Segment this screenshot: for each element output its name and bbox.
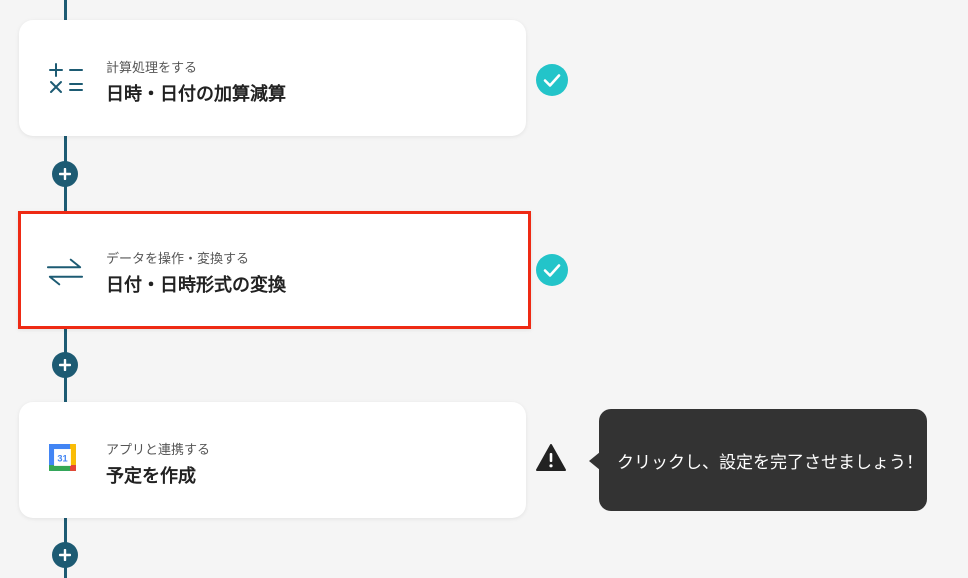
warning-icon: [536, 444, 566, 471]
exchange-arrows-icon: [46, 258, 84, 286]
step-title: 予定を作成: [106, 466, 196, 487]
check-circle-icon: [536, 254, 568, 286]
step-card-convert[interactable]: データを操作・変換する 日付・日時形式の変換: [18, 211, 531, 329]
flow-connector: [64, 0, 67, 20]
step-card-calculate[interactable]: 計算処理をする 日時・日付の加算減算: [19, 20, 526, 136]
check-circle-icon: [536, 64, 568, 96]
add-step-button[interactable]: [52, 161, 78, 187]
google-calendar-icon: 31: [49, 444, 76, 471]
calculator-icon: [49, 63, 83, 93]
setup-tooltip: クリックし、設定を完了させましょう！: [599, 409, 927, 511]
step-category: データを操作・変換する: [106, 252, 250, 267]
tooltip-text: クリックし、設定を完了させましょう！: [617, 452, 923, 473]
step-title: 日時・日付の加算減算: [106, 84, 286, 105]
step-title: 日付・日時形式の変換: [106, 275, 286, 296]
step-card-create-event[interactable]: 31 アプリと連携する 予定を作成: [19, 402, 526, 518]
step-category: アプリと連携する: [106, 443, 211, 458]
add-step-button[interactable]: [52, 542, 78, 568]
plus-icon: [59, 549, 71, 561]
plus-icon: [59, 168, 71, 180]
add-step-button[interactable]: [52, 352, 78, 378]
plus-icon: [59, 359, 71, 371]
step-category: 計算処理をする: [106, 61, 198, 76]
calendar-day-label: 31: [57, 454, 67, 464]
